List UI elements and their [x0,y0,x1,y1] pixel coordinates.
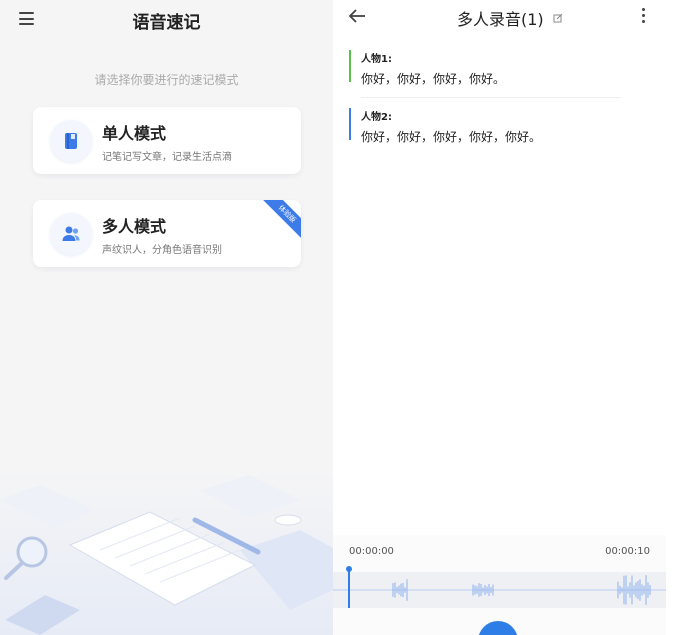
left-header: 语音速记 [0,0,333,40]
back-arrow-icon[interactable] [347,6,367,30]
divider [361,97,621,98]
desk-notes-illustration [0,470,333,635]
speaker-color-bar [349,108,351,140]
waveform[interactable] [333,572,666,608]
multi-mode-card[interactable]: 多人模式 声纹识人，分角色语音识别 体验版 [33,200,301,267]
multi-mode-title: 多人模式 [102,217,167,236]
mode-select-screen: 语音速记 请选择你要进行的速记模式 单人模式 记笔记写文章，记录生活点滴 多人模… [0,0,333,635]
single-mode-card[interactable]: 单人模式 记笔记写文章，记录生活点滴 [33,107,301,174]
speaker-name: 人物2: [361,112,392,123]
trial-badge: 体验版 [260,200,301,241]
record-button[interactable] [478,621,518,635]
right-header: 多人录音(1) [333,0,700,36]
multi-mode-subtitle: 声纹识人，分角色语音识别 [102,245,222,256]
page-title: 语音速记 [132,13,201,33]
playhead[interactable] [348,568,350,608]
speaker-text: 你好，你好，你好，你好，你好。 [361,130,542,144]
single-mode-subtitle: 记笔记写文章，记录生活点滴 [102,152,232,163]
audio-player: 00:00:00 00:00:10 [333,535,666,635]
playhead-handle[interactable] [346,566,352,572]
speaker-name: 人物1: [361,54,392,65]
waveform-graphic [333,575,666,605]
speaker-text: 你好，你好，你好，你好。 [361,72,506,86]
edit-icon[interactable] [553,8,563,27]
recording-title: 多人录音(1) [457,10,544,29]
current-time: 00:00:00 [349,546,394,557]
more-options-icon[interactable] [640,8,646,24]
mode-prompt: 请选择你要进行的速记模式 [94,73,239,87]
speaker-color-bar [349,50,351,82]
group-icon [50,213,92,255]
book-icon [50,120,92,162]
single-mode-title: 单人模式 [102,124,167,143]
recording-screen: 多人录音(1) 人物1: 你好，你好，你好，你好。 人物2: 你好，你好，你好，… [333,0,700,635]
total-time: 00:00:10 [605,546,650,557]
